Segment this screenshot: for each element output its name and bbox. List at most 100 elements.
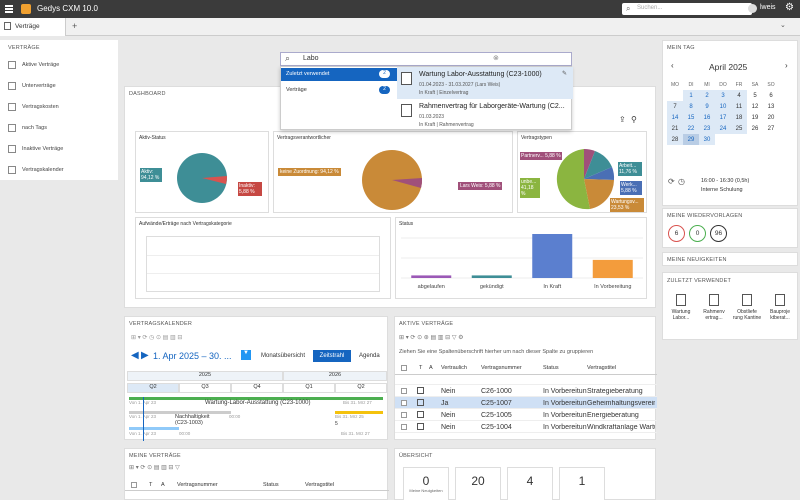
status-bar-3[interactable]	[592, 259, 633, 278]
calendar-day[interactable]: 7	[667, 101, 683, 112]
search-input[interactable]: ⌕ Labo ⊗	[280, 52, 572, 66]
column-header[interactable]: Status	[543, 365, 559, 371]
calendar-day[interactable]: 30	[699, 134, 715, 145]
calendar-day[interactable]: 8	[683, 101, 699, 112]
row-checkbox[interactable]	[401, 400, 407, 406]
overview-tile[interactable]: 0 Meine Neuigkeiten	[403, 467, 449, 500]
overview-tile[interactable]: 1	[559, 467, 605, 500]
calendar-day[interactable]: 12	[747, 101, 763, 112]
avatar[interactable]	[748, 4, 757, 13]
calendar-day[interactable]: 17	[715, 112, 731, 123]
recent-item[interactable]: Obstliefe rung Kantine	[732, 291, 762, 335]
user-name[interactable]: lweis	[760, 4, 776, 11]
calendar-day[interactable]: 5	[747, 90, 763, 101]
calendar-day[interactable]: 24	[715, 123, 731, 134]
calendar-day[interactable]: 15	[683, 112, 699, 123]
column-header[interactable]: Vertraulich	[441, 365, 467, 371]
calendar-range[interactable]: 1. Apr 2025 – 30. ...	[153, 351, 232, 361]
column-header[interactable]: Vertragsnummer	[481, 365, 522, 371]
pin-icon[interactable]: ⚲	[631, 115, 637, 124]
table-row[interactable]: Ja C25-1007 In Vorbereitun Geheimhaltungsve…	[395, 397, 657, 409]
search-result-2[interactable]: Rahmenvertrag für Laborgeräte-Wartung (C…	[397, 99, 573, 131]
column-header[interactable]: Vertragstitel	[587, 365, 616, 371]
filter-row[interactable]	[395, 375, 657, 385]
table-row[interactable]: Nein C25-1004 In Vorbereitun Windkraftanlag…	[395, 421, 657, 433]
calendar-day[interactable]: 3	[715, 90, 731, 101]
column-header[interactable]: Status	[263, 482, 279, 488]
timeline-bar-4[interactable]	[129, 427, 179, 430]
filter-recent[interactable]: Zuletzt verwendet 2	[281, 68, 397, 81]
calendar-day[interactable]: 19	[747, 112, 763, 123]
calendar-day[interactable]: 6	[763, 90, 779, 101]
status-bar-0[interactable]	[411, 275, 452, 278]
column-header[interactable]: T	[149, 482, 152, 488]
filter-icon[interactable]: ▼	[241, 350, 251, 360]
sidebar-item-aktive[interactable]: Aktive Verträge	[8, 59, 59, 71]
calendar-day[interactable]: 14	[667, 112, 683, 123]
menu-icon[interactable]	[5, 5, 13, 13]
calendar-day[interactable]: 16	[699, 112, 715, 123]
row-checkbox[interactable]	[401, 412, 407, 418]
calendar-day[interactable]: 2	[699, 90, 715, 101]
calendar-day[interactable]: 29	[683, 134, 699, 145]
recent-item[interactable]: Wartung Labor...	[666, 291, 696, 335]
sidebar-item-tags[interactable]: nach Tags	[8, 122, 47, 134]
column-header[interactable]: Vertragsnummer	[177, 482, 218, 488]
table-row[interactable]: Nein C26-1000 In Vorbereitun Strategieberat…	[395, 385, 657, 397]
clear-icon[interactable]: ⊗	[493, 54, 499, 62]
prev-icon[interactable]: ◀	[131, 350, 139, 361]
recent-item[interactable]: Rahmenv ertrag...	[699, 291, 729, 335]
grid-toolbar-icons[interactable]: ⊞ ▾ ⟳ ⊙ ▤ ▥ ⊟ ▽	[129, 464, 180, 471]
column-header[interactable]: A	[161, 482, 165, 488]
calendar-day[interactable]: 9	[699, 101, 715, 112]
calendar-day[interactable]: 1	[683, 90, 699, 101]
search-result-1[interactable]: Wartung Labor-Ausstattung (C23-1000) 01.…	[397, 67, 573, 99]
calendar-toolbar-icons[interactable]: ⊞ ▾ ⟳ ◷ ⊙ ▤ ▥ ⊟	[131, 334, 182, 341]
grid-toolbar-icons[interactable]: ⊞ ▾ ⟳ ⊙ ⊛ ▤ ▥ ⊟ ▽ ⚙	[399, 334, 463, 341]
calendar-day[interactable]: 21	[667, 123, 683, 134]
calendar-day[interactable]: 11	[731, 101, 747, 112]
calendar-day[interactable]: 18	[731, 112, 747, 123]
sidebar-item-inaktive[interactable]: Inaktive Verträge	[8, 143, 63, 155]
view-agenda-button[interactable]: Agenda	[359, 353, 380, 359]
row-checkbox[interactable]	[401, 388, 407, 394]
next-month-icon[interactable]: ›	[785, 61, 788, 70]
filter-contracts[interactable]: Verträge 2	[281, 84, 397, 97]
next-icon[interactable]: ▶	[141, 350, 149, 361]
row-checkbox[interactable]	[401, 424, 407, 430]
event-title[interactable]: Interne Schulung	[701, 187, 743, 193]
column-header[interactable]: A	[429, 365, 433, 371]
overdue-count[interactable]: 6	[668, 225, 685, 242]
view-month-button[interactable]: Monatsübersicht	[261, 353, 305, 359]
overview-tile[interactable]: 20	[455, 467, 501, 500]
table-row[interactable]: Nein C25-1005 In Vorbereitun Energieberatun…	[395, 409, 657, 421]
sidebar-item-kalender[interactable]: Vertragskalender	[8, 164, 64, 176]
status-bar-1[interactable]	[471, 275, 512, 278]
calendar-day[interactable]: 10	[715, 101, 731, 112]
calendar-day[interactable]: 20	[763, 112, 779, 123]
total-count[interactable]: 96	[710, 225, 727, 242]
refresh-icon[interactable]: ⟳	[668, 177, 675, 186]
calendar-day[interactable]: 25	[731, 123, 747, 134]
prev-month-icon[interactable]: ‹	[671, 61, 674, 70]
overview-tile[interactable]: 4	[507, 467, 553, 500]
sidebar-item-unter[interactable]: Unterverträge	[8, 80, 56, 92]
calendar-day[interactable]: 26	[747, 123, 763, 134]
today-count[interactable]: 0	[689, 225, 706, 242]
global-search-input[interactable]: ⌕ Suchen...	[622, 3, 752, 15]
chevron-down-icon[interactable]: ⌄	[780, 21, 786, 29]
calendar-day[interactable]: 23	[699, 123, 715, 134]
edit-icon[interactable]: ✎	[562, 70, 567, 77]
calendar-day[interactable]: 28	[667, 134, 683, 145]
calendar-day[interactable]: 22	[683, 123, 699, 134]
calendar-day[interactable]: 27	[763, 123, 779, 134]
column-header[interactable]: Vertragstitel	[305, 482, 334, 488]
column-header[interactable]: T	[419, 365, 422, 371]
recent-item[interactable]: Bauproje ktberat...	[765, 291, 795, 335]
tab-vertraege[interactable]: Verträge	[0, 18, 66, 36]
sidebar-item-kosten[interactable]: Vertragskosten	[8, 101, 59, 113]
select-all-checkbox[interactable]	[401, 365, 407, 371]
add-tab-button[interactable]: +	[72, 21, 77, 31]
status-bar-2[interactable]	[532, 234, 573, 278]
gear-icon[interactable]: ⚙	[785, 2, 794, 13]
